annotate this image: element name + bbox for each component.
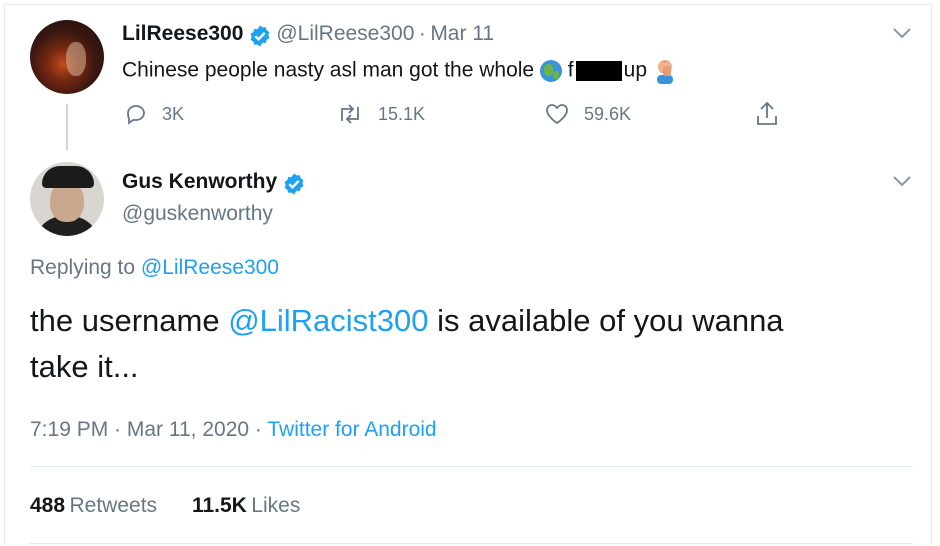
tweet1-header-separator: · [418, 22, 426, 45]
tweet2-author-name[interactable]: Gus Kenworthy [122, 170, 277, 193]
like-icon [546, 104, 568, 125]
likes-stat-count: 11.5K [191, 494, 247, 517]
reply-action[interactable]: 3K [124, 102, 184, 126]
thread-connector-line [66, 104, 68, 150]
retweets-stat-count: 488 [30, 494, 66, 517]
reply-icon [127, 105, 145, 125]
retweet-count: 15.1K [378, 103, 426, 124]
chevron-down-icon[interactable] [890, 24, 914, 42]
avatar-lilreese300[interactable] [30, 20, 104, 94]
tweet2-source[interactable]: Twitter for Android [267, 418, 436, 441]
tweet1-text-f: f [567, 58, 574, 82]
tweet1-text: Chinese people nasty asl man got the who… [122, 58, 677, 84]
tweet2-meta: 7:19 PM · Mar 11, 2020 · Twitter for And… [30, 418, 437, 442]
mention-link[interactable]: @LilRacist300 [228, 303, 428, 338]
divider [29, 543, 913, 544]
tweet1-author-name[interactable]: LilReese300 [122, 22, 243, 45]
likes-stat[interactable]: 11.5K Likes [192, 494, 300, 517]
avatar-guskenworthy[interactable] [30, 162, 104, 236]
tweet2-text-line1: the username @LilRacist300 is available … [30, 298, 784, 344]
tweet1-text-before: Chinese people nasty asl man got the who… [122, 58, 535, 82]
like-action[interactable]: 59.6K [544, 102, 631, 126]
retweets-stat[interactable]: 488 Retweets [30, 494, 162, 517]
tweet2-text-line2: take it... [30, 349, 139, 384]
tweet2-timestamp[interactable]: 7:19 PM · Mar 11, 2020 [30, 418, 249, 441]
redaction-bar [575, 61, 622, 81]
tweet1-date[interactable]: Mar 11 [430, 22, 494, 45]
tweet1-author-handle[interactable]: @LilReese300 [276, 22, 414, 45]
tweet2-text-before: the username [30, 303, 220, 338]
like-count: 59.6K [584, 103, 632, 124]
replying-to-label: Replying to [30, 256, 136, 279]
replying-to: Replying to @LilReese300 [30, 256, 279, 280]
verified-badge-icon [284, 173, 304, 195]
tweet1-text-after: up [623, 58, 647, 82]
tweet2-stats: 488 Retweets 11.5K Likes [30, 494, 300, 518]
tweet1-header: LilReese300 @LilReese300 · Mar 11 [122, 22, 494, 48]
tweet2-author: Gus Kenworthy [122, 170, 306, 196]
divider [29, 466, 913, 467]
tweet2-author-handle[interactable]: @guskenworthy [122, 202, 273, 226]
tweet2-text: the username @LilRacist300 is available … [30, 298, 784, 390]
retweets-stat-label: Retweets [69, 494, 158, 517]
retweet-icon [341, 104, 359, 124]
globe-emoji-icon [539, 60, 562, 82]
reply-count: 3K [162, 103, 185, 124]
facepalm-emoji-icon [656, 60, 673, 84]
verified-badge-icon [250, 25, 270, 47]
chevron-down-icon[interactable] [890, 172, 914, 190]
replying-to-handle[interactable]: @LilReese300 [141, 256, 279, 279]
retweet-action[interactable]: 15.1K [336, 102, 425, 126]
tweet2-meta-separator: · [254, 418, 262, 441]
tweet2-text-after: is available of you wanna [437, 303, 784, 338]
share-icon[interactable] [754, 100, 780, 128]
likes-stat-label: Likes [251, 494, 301, 517]
